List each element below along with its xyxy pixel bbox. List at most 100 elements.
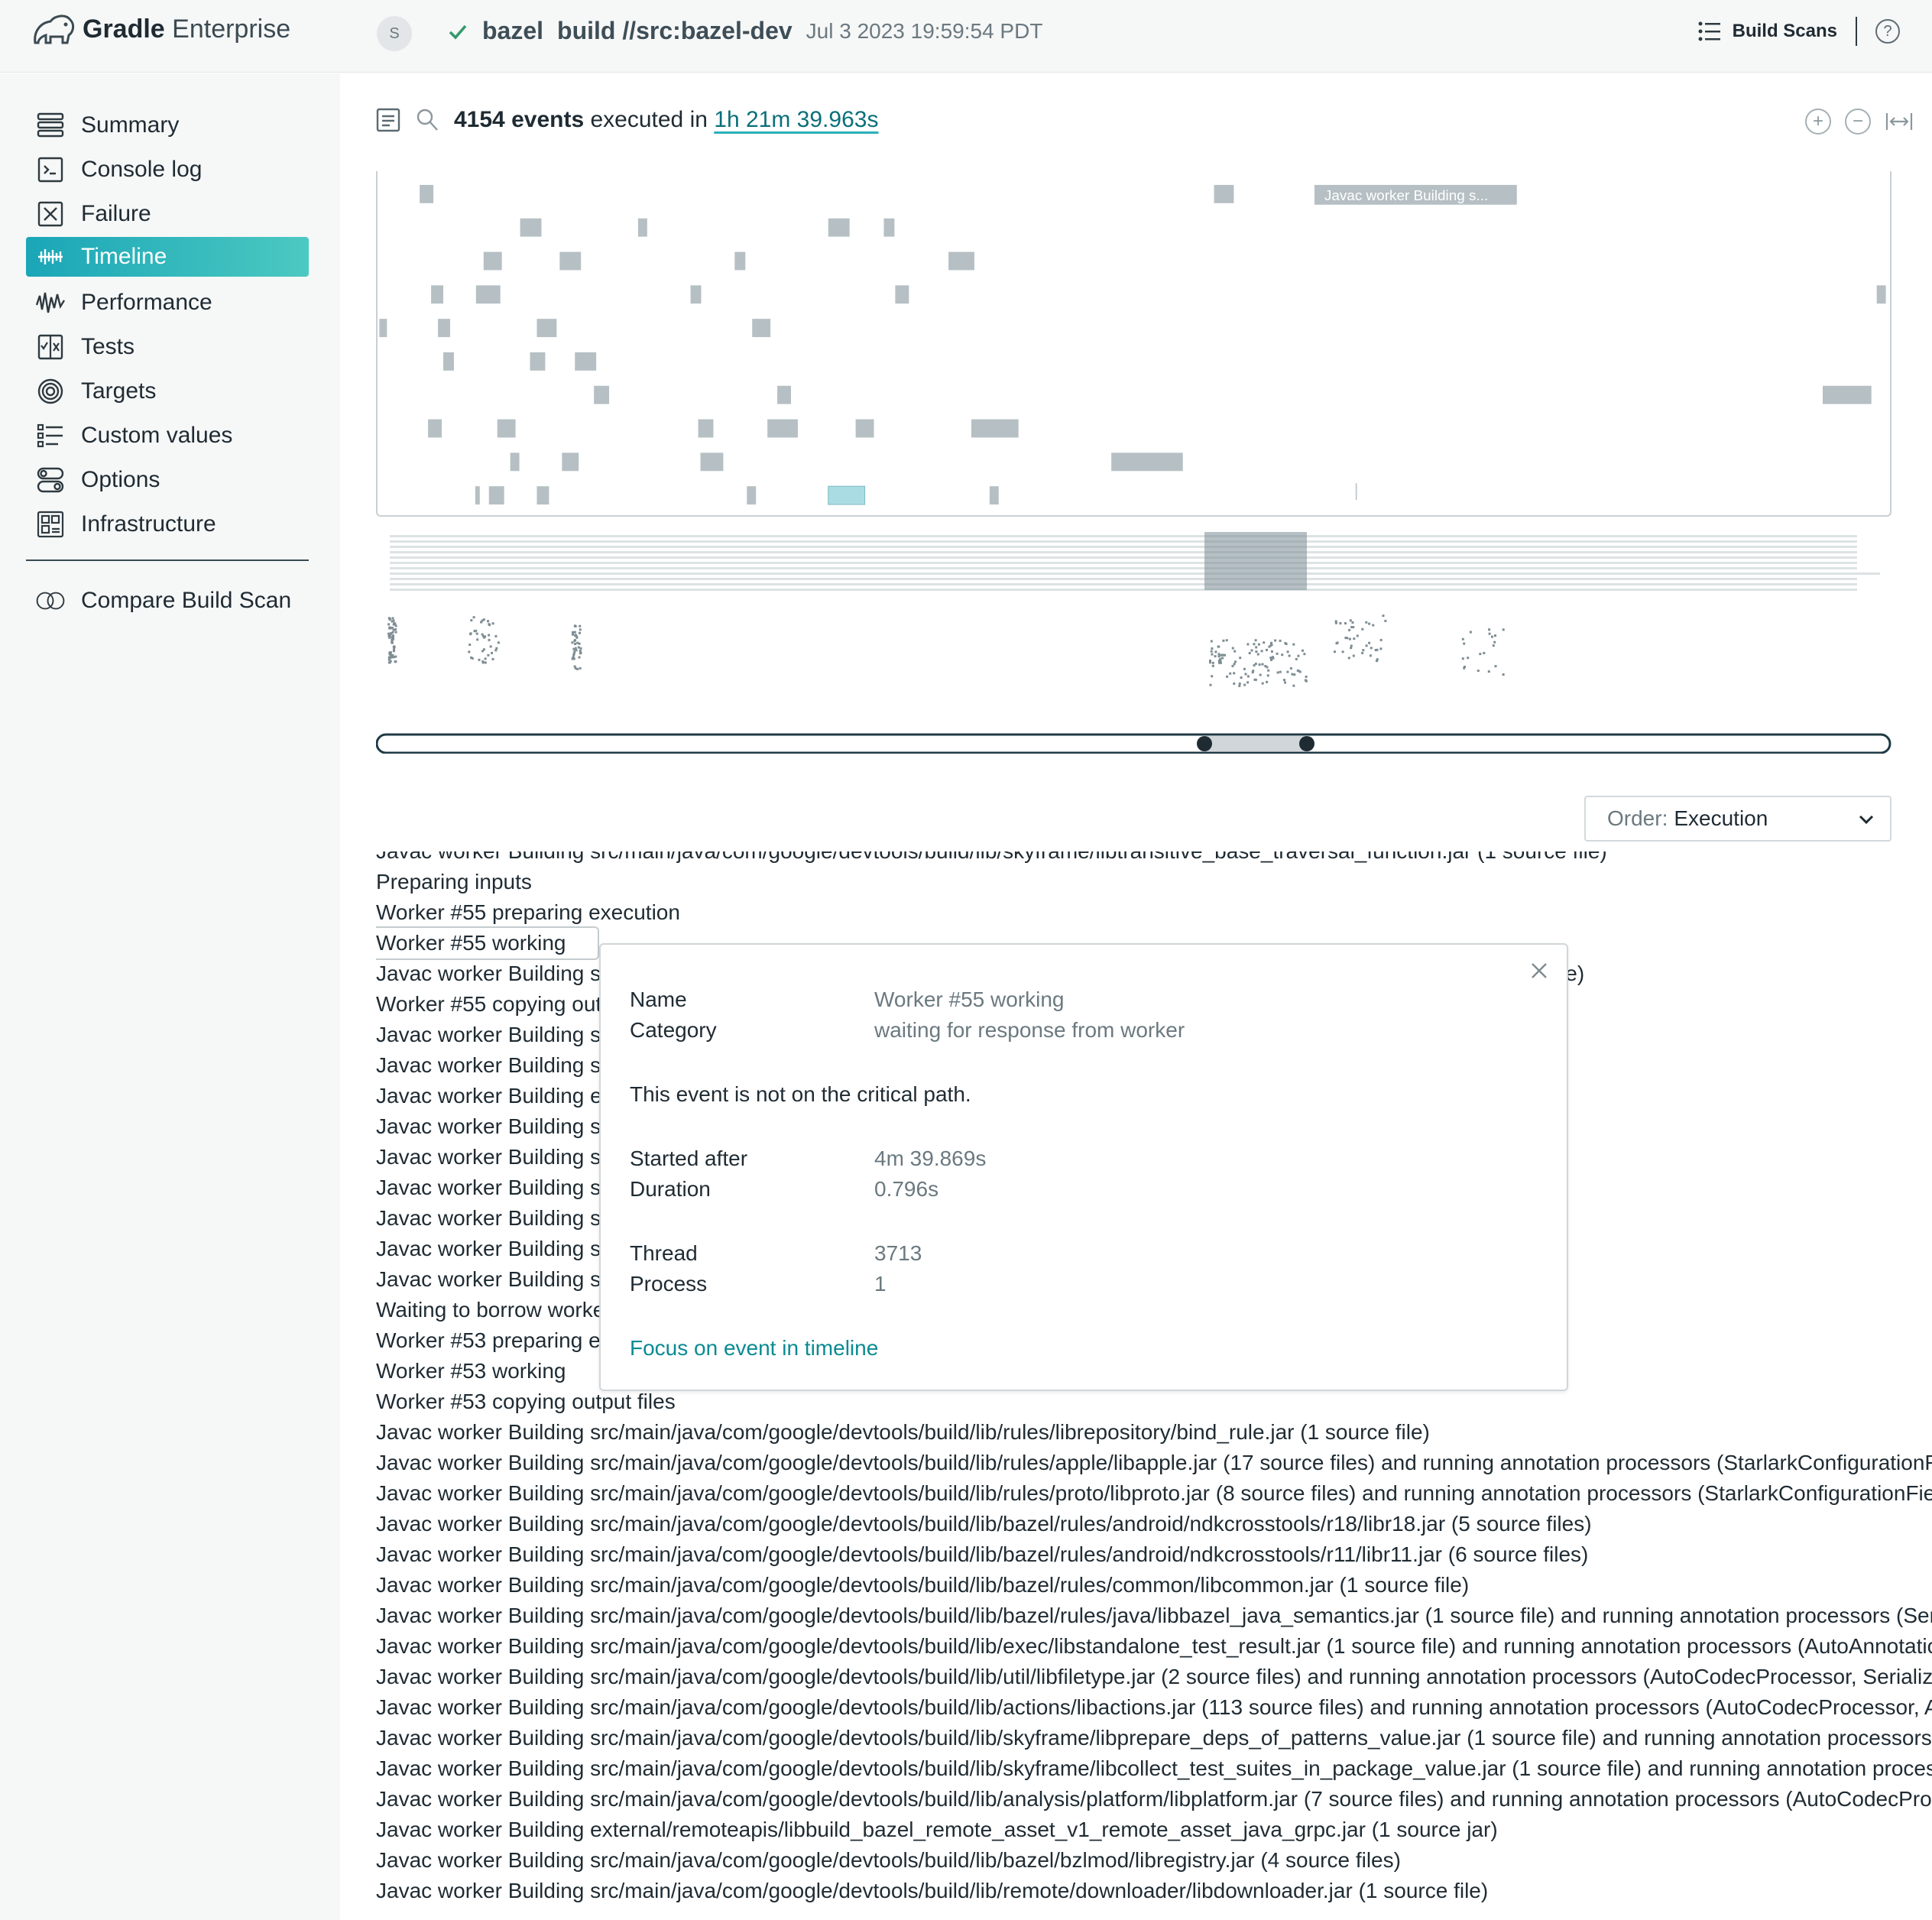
event-bar[interactable] bbox=[690, 285, 702, 304]
event-bar[interactable] bbox=[989, 486, 999, 505]
help-icon[interactable]: ? bbox=[1875, 19, 1900, 44]
gradle-logo[interactable]: Gradle Enterprise bbox=[32, 12, 290, 46]
event-bar[interactable] bbox=[559, 251, 582, 271]
sidebar-item-custom-values[interactable]: Custom values bbox=[26, 416, 309, 456]
event-list-icon[interactable] bbox=[376, 108, 400, 132]
event-row[interactable]: Preparing inputs bbox=[376, 867, 1932, 897]
event-row[interactable]: Javac worker Building src/main/java/com/… bbox=[376, 1631, 1932, 1662]
event-row[interactable]: Javac worker Building src/main/java/com/… bbox=[376, 1601, 1932, 1631]
event-row[interactable]: Worker #55 working bbox=[376, 926, 599, 960]
event-bar[interactable] bbox=[698, 419, 714, 438]
event-bar[interactable] bbox=[379, 319, 387, 338]
event-row[interactable]: Javac worker Building src/main/java/com/… bbox=[376, 1509, 1932, 1539]
event-bar[interactable] bbox=[594, 385, 610, 404]
build-scans-link[interactable]: Build Scans bbox=[1697, 20, 1837, 43]
event-bar[interactable] bbox=[443, 352, 454, 371]
compare-build-scan-link[interactable]: Compare Build Scan bbox=[26, 581, 309, 621]
event-bar[interactable] bbox=[562, 452, 579, 472]
event-bar[interactable] bbox=[497, 419, 516, 438]
overview-event-dot bbox=[1350, 644, 1353, 647]
event-bar[interactable] bbox=[1214, 184, 1234, 203]
event-row[interactable]: Javac worker Building external/remoteapi… bbox=[376, 1815, 1932, 1845]
focus-event-link[interactable]: Focus on event in timeline bbox=[630, 1336, 878, 1361]
sidebar-item-targets[interactable]: Targets bbox=[26, 371, 309, 411]
sidebar-item-infrastructure[interactable]: Infrastructure bbox=[26, 504, 309, 544]
event-bar[interactable] bbox=[536, 319, 557, 338]
event-row[interactable]: Javac worker Building src/main/java/com/… bbox=[376, 1662, 1932, 1692]
event-row[interactable]: Javac worker Building src/main/java/com/… bbox=[376, 851, 1932, 867]
event-row[interactable]: Javac worker Building src/main/java/com/… bbox=[376, 1723, 1932, 1753]
sidebar-item-performance[interactable]: Performance bbox=[26, 283, 309, 323]
event-bar[interactable] bbox=[895, 285, 909, 304]
timeline-chart[interactable]: Javac worker Building s... bbox=[376, 171, 1891, 517]
close-icon[interactable] bbox=[1528, 960, 1550, 981]
event-row[interactable]: Javac worker Building src/main/java/com/… bbox=[376, 1692, 1932, 1723]
sidebar-item-summary[interactable]: Summary bbox=[26, 105, 309, 145]
event-bar[interactable] bbox=[431, 285, 444, 304]
event-row[interactable]: Javac worker Building src/main/java/com/… bbox=[376, 1539, 1932, 1570]
event-bar[interactable] bbox=[855, 419, 874, 438]
event-row[interactable]: Worker #55 preparing execution bbox=[376, 897, 1932, 928]
range-selection[interactable] bbox=[1204, 736, 1307, 751]
sidebar-item-timeline[interactable]: Timeline bbox=[26, 237, 309, 277]
overview-event-dot bbox=[579, 647, 582, 650]
fit-width-icon[interactable] bbox=[1885, 109, 1914, 135]
event-bar[interactable] bbox=[530, 352, 546, 371]
avatar[interactable]: S bbox=[377, 16, 412, 51]
overview-event-dot bbox=[1209, 660, 1211, 662]
range-scrollbar[interactable] bbox=[376, 733, 1891, 754]
zoom-out-icon[interactable]: − bbox=[1845, 109, 1871, 135]
selected-event-bar[interactable] bbox=[828, 485, 866, 505]
event-bar[interactable] bbox=[883, 218, 895, 237]
event-bar[interactable] bbox=[700, 452, 724, 472]
event-bar[interactable] bbox=[488, 486, 504, 505]
sidebar-item-options[interactable]: Options bbox=[26, 460, 309, 500]
search-icon[interactable] bbox=[416, 108, 439, 132]
event-bar[interactable] bbox=[475, 486, 480, 505]
event-bar[interactable] bbox=[438, 319, 450, 338]
event-bar[interactable] bbox=[420, 184, 434, 203]
sidebar-item-tests[interactable]: Tests bbox=[26, 327, 309, 367]
event-bar[interactable] bbox=[971, 419, 1019, 438]
event-bar[interactable] bbox=[1822, 385, 1872, 404]
event-bar[interactable] bbox=[428, 419, 442, 438]
sidebar-item-label: Targets bbox=[81, 378, 157, 404]
event-bar[interactable] bbox=[475, 285, 501, 304]
event-bar[interactable] bbox=[520, 218, 542, 237]
event-row[interactable]: Javac worker Building src/main/java/com/… bbox=[376, 1876, 1932, 1906]
event-row[interactable]: Javac worker Building src/main/java/com/… bbox=[376, 1448, 1932, 1478]
event-row[interactable]: Worker #53 copying output files bbox=[376, 1386, 1932, 1417]
total-duration-link[interactable]: 1h 21m 39.963s bbox=[714, 107, 878, 132]
event-bar[interactable] bbox=[510, 452, 520, 472]
event-bar[interactable] bbox=[948, 251, 974, 271]
event-bar[interactable] bbox=[777, 385, 791, 404]
event-row[interactable]: Javac worker Building src/main/java/com/… bbox=[376, 1478, 1932, 1509]
event-row[interactable]: Javac worker Building src/main/java/com/… bbox=[376, 1784, 1932, 1815]
sidebar-item-failure[interactable]: Failure bbox=[26, 194, 309, 234]
event-row[interactable]: Javac worker Building src/main/java/com/… bbox=[376, 1570, 1932, 1601]
event-bar[interactable] bbox=[1876, 285, 1886, 304]
timeline-overview[interactable] bbox=[376, 524, 1891, 754]
range-handle-right[interactable] bbox=[1299, 736, 1314, 751]
event-bar[interactable] bbox=[828, 218, 850, 237]
event-bar[interactable] bbox=[575, 352, 597, 371]
event-bar[interactable] bbox=[767, 419, 798, 438]
event-bar[interactable] bbox=[734, 251, 746, 271]
sidebar-item-console-log[interactable]: Console log bbox=[26, 150, 309, 190]
event-bar[interactable] bbox=[747, 486, 757, 505]
event-bar[interactable] bbox=[536, 486, 549, 505]
zoom-in-icon[interactable]: + bbox=[1805, 109, 1831, 135]
event-row[interactable]: Javac worker Building src/main/java/com/… bbox=[376, 1845, 1932, 1876]
range-handle-left[interactable] bbox=[1197, 736, 1212, 751]
detail-duration-row: Duration 0.796s bbox=[630, 1177, 938, 1202]
overview-event-dot bbox=[574, 634, 577, 637]
event-row[interactable]: Javac worker Building src/main/java/com/… bbox=[376, 1417, 1932, 1448]
event-bar[interactable] bbox=[637, 218, 647, 237]
build-info: bazel build //src:bazel-dev Jul 3 2023 1… bbox=[447, 17, 1042, 45]
overview-event-dot bbox=[394, 655, 397, 658]
event-row[interactable]: Javac worker Building src/main/java/com/… bbox=[376, 1753, 1932, 1784]
order-select[interactable]: Order: Execution bbox=[1584, 796, 1891, 842]
event-bar[interactable] bbox=[483, 251, 502, 271]
event-bar[interactable] bbox=[752, 319, 771, 338]
event-bar[interactable] bbox=[1111, 452, 1183, 472]
